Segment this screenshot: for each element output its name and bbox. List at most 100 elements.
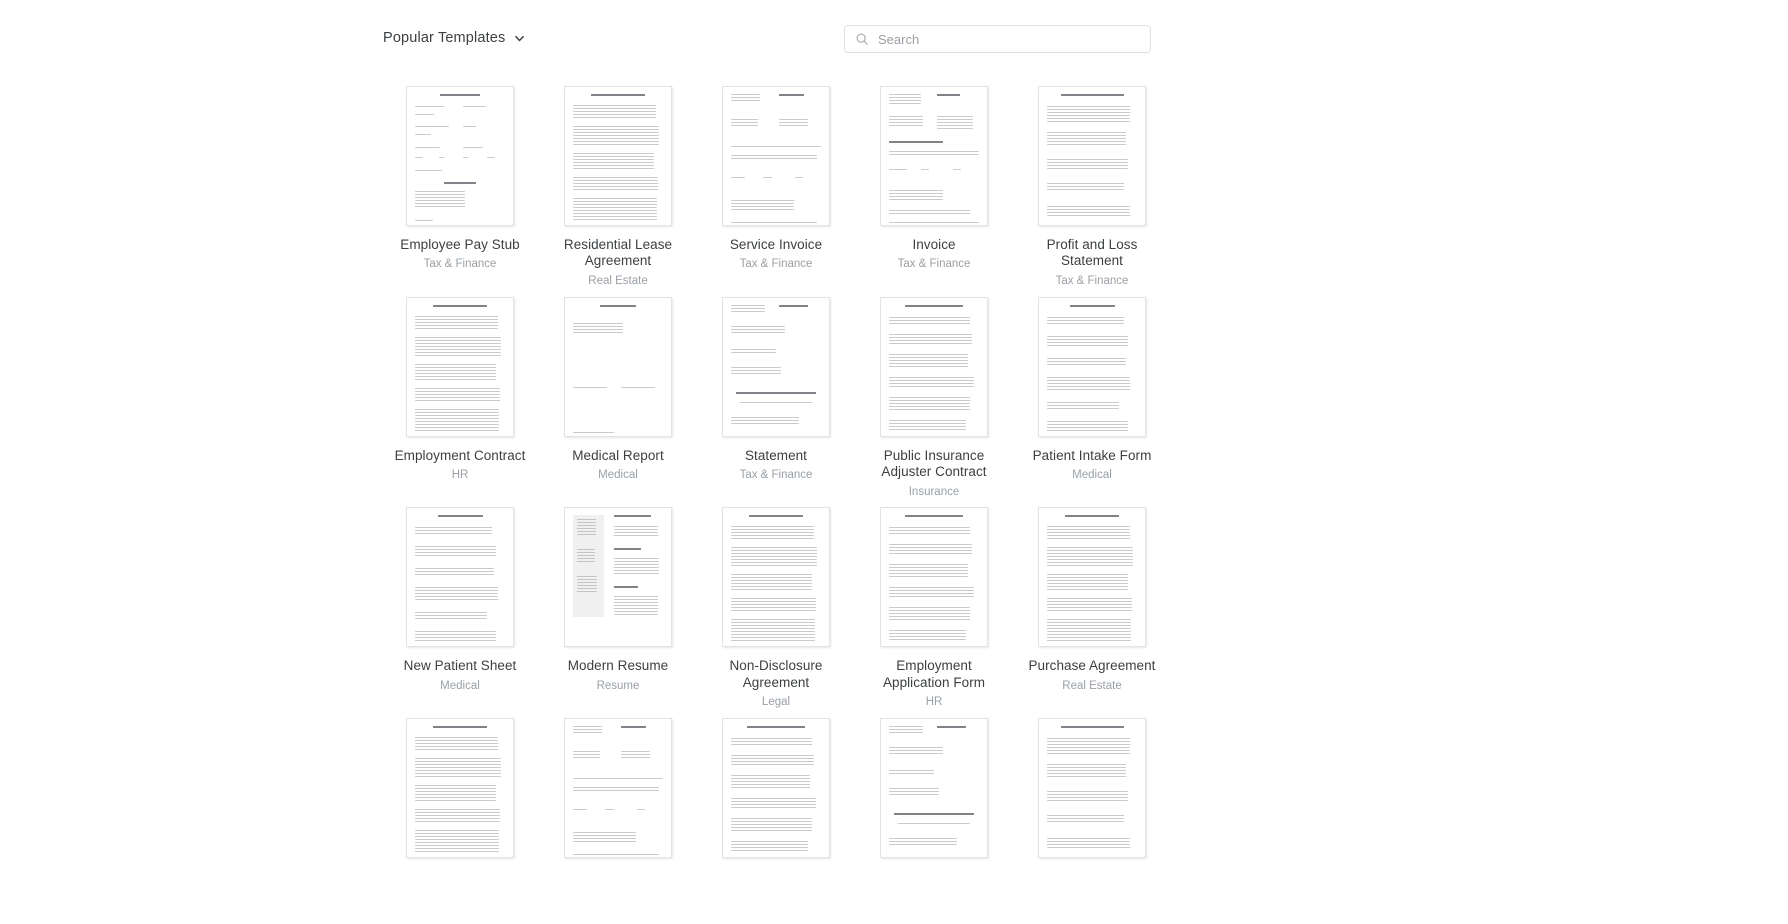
popular-templates-dropdown-label: Popular Templates xyxy=(383,30,506,46)
template-card[interactable]: Service Invoice Tax & Finance xyxy=(697,78,855,289)
template-title: Statement xyxy=(745,447,807,463)
template-card[interactable] xyxy=(1013,710,1171,874)
template-thumbnail[interactable] xyxy=(1038,86,1146,226)
thumbnail-preview xyxy=(881,719,987,857)
thumbnail-preview xyxy=(1039,719,1145,857)
template-thumbnail[interactable] xyxy=(722,296,830,437)
template-thumbnail[interactable] xyxy=(406,86,514,226)
thumbnail-preview xyxy=(881,298,987,436)
thumbnail-preview xyxy=(407,87,513,225)
template-thumbnail[interactable] xyxy=(406,296,514,437)
thumbnail-preview xyxy=(565,298,671,436)
template-category: Real Estate xyxy=(588,274,648,287)
thumbnail-preview xyxy=(565,87,671,225)
thumbnail-preview xyxy=(723,87,829,225)
template-row xyxy=(381,710,1171,874)
template-category: Tax & Finance xyxy=(739,258,813,271)
thumbnail-preview xyxy=(565,508,671,646)
template-category: Medical xyxy=(598,469,638,482)
template-thumbnail[interactable] xyxy=(1038,296,1146,437)
template-category: Tax & Finance xyxy=(739,469,813,482)
template-thumbnail[interactable] xyxy=(406,507,514,648)
template-card[interactable] xyxy=(539,710,697,874)
template-title: Invoice xyxy=(912,237,956,252)
thumbnail-preview xyxy=(723,298,829,436)
template-card[interactable]: Patient Intake Form Medical xyxy=(1013,289,1171,500)
template-thumbnail[interactable] xyxy=(564,296,672,437)
template-thumbnail[interactable] xyxy=(406,718,514,859)
template-thumbnail[interactable] xyxy=(564,718,672,859)
template-title: Modern Resume xyxy=(567,658,669,674)
template-category: Legal xyxy=(761,696,791,709)
template-card[interactable]: Employment Contract HR xyxy=(381,289,539,500)
template-thumbnail[interactable] xyxy=(880,718,988,859)
thumbnail-preview xyxy=(1039,87,1145,225)
template-thumbnail[interactable] xyxy=(722,86,830,226)
template-category: Resume xyxy=(596,679,640,692)
search-icon xyxy=(855,32,869,46)
thumbnail-preview xyxy=(881,508,987,646)
thumbnail-preview xyxy=(881,87,987,225)
template-card[interactable]: Employment Application Form HR xyxy=(855,499,1013,710)
popular-templates-dropdown[interactable]: Popular Templates xyxy=(381,28,527,49)
search-input[interactable] xyxy=(878,31,1140,47)
template-thumbnail[interactable] xyxy=(880,507,988,648)
template-card[interactable]: Modern Resume Resume xyxy=(539,499,697,710)
template-title: Service Invoice xyxy=(729,237,823,252)
template-thumbnail[interactable] xyxy=(880,86,988,226)
thumbnail-preview xyxy=(407,298,513,436)
chevron-down-icon xyxy=(514,33,525,44)
template-row: Employment Contract HR Medical Report Medic… xyxy=(381,289,1171,500)
thumbnail-preview xyxy=(1039,298,1145,436)
template-title: Purchase Agreement xyxy=(1028,658,1156,674)
template-card[interactable]: Invoice Tax & Finance xyxy=(855,78,1013,289)
template-category: HR xyxy=(925,696,943,709)
template-title: Medical Report xyxy=(572,447,664,463)
template-card[interactable]: Non-Disclosure Agreement Legal xyxy=(697,499,855,710)
template-row: New Patient Sheet Medical Modern Resume Res… xyxy=(381,499,1171,710)
template-category: Tax & Finance xyxy=(897,258,971,271)
thumbnail-preview xyxy=(565,719,671,857)
template-thumbnail[interactable] xyxy=(880,296,988,437)
thumbnail-preview xyxy=(407,719,513,857)
template-category: Medical xyxy=(440,679,480,692)
template-title: Residential Lease Agreement xyxy=(563,237,673,269)
template-thumbnail[interactable] xyxy=(722,507,830,648)
template-card[interactable]: Medical Report Medical xyxy=(539,289,697,500)
template-card[interactable]: Employee Pay Stub Tax & Finance xyxy=(381,78,539,289)
template-title: New Patient Sheet xyxy=(403,658,517,674)
thumbnail-preview xyxy=(1039,508,1145,646)
template-title: Employee Pay Stub xyxy=(400,237,520,252)
template-card[interactable] xyxy=(697,710,855,874)
template-row: Employee Pay Stub Tax & Finance Residentia… xyxy=(381,78,1171,289)
template-title: Employment Contract xyxy=(394,447,526,463)
template-card[interactable]: Statement Tax & Finance xyxy=(697,289,855,500)
thumbnail-preview xyxy=(723,719,829,857)
template-card[interactable]: New Patient Sheet Medical xyxy=(381,499,539,710)
template-card[interactable]: Profit and Loss Statement Tax & Finance xyxy=(1013,78,1171,289)
template-card[interactable]: Public Insurance Adjuster Contract Insura… xyxy=(855,289,1013,500)
template-title: Public Insurance Adjuster Contract xyxy=(881,447,987,480)
search-box[interactable] xyxy=(844,25,1151,53)
template-title: Profit and Loss Statement xyxy=(1046,237,1138,269)
template-thumbnail[interactable] xyxy=(1038,718,1146,859)
template-category: Tax & Finance xyxy=(423,258,497,271)
templates-page: Popular Templates Employee Pay Stub Tax &… xyxy=(0,0,1788,924)
template-thumbnail[interactable] xyxy=(722,718,830,859)
template-card[interactable] xyxy=(381,710,539,874)
template-thumbnail[interactable] xyxy=(1038,507,1146,648)
template-thumbnail[interactable] xyxy=(564,86,672,226)
template-card[interactable]: Residential Lease Agreement Real Estate xyxy=(539,78,697,289)
template-category: Real Estate xyxy=(1062,679,1122,692)
template-category: Medical xyxy=(1072,469,1112,482)
template-thumbnail[interactable] xyxy=(564,507,672,648)
template-card[interactable] xyxy=(855,710,1013,874)
template-title: Patient Intake Form xyxy=(1032,447,1152,463)
template-category: HR xyxy=(451,469,469,482)
template-grid: Employee Pay Stub Tax & Finance Residentia… xyxy=(381,78,1171,874)
thumbnail-preview xyxy=(723,508,829,646)
template-category: Insurance xyxy=(908,485,960,498)
template-card[interactable]: Purchase Agreement Real Estate xyxy=(1013,499,1171,710)
template-title: Employment Application Form xyxy=(882,658,986,690)
thumbnail-preview xyxy=(407,508,513,646)
